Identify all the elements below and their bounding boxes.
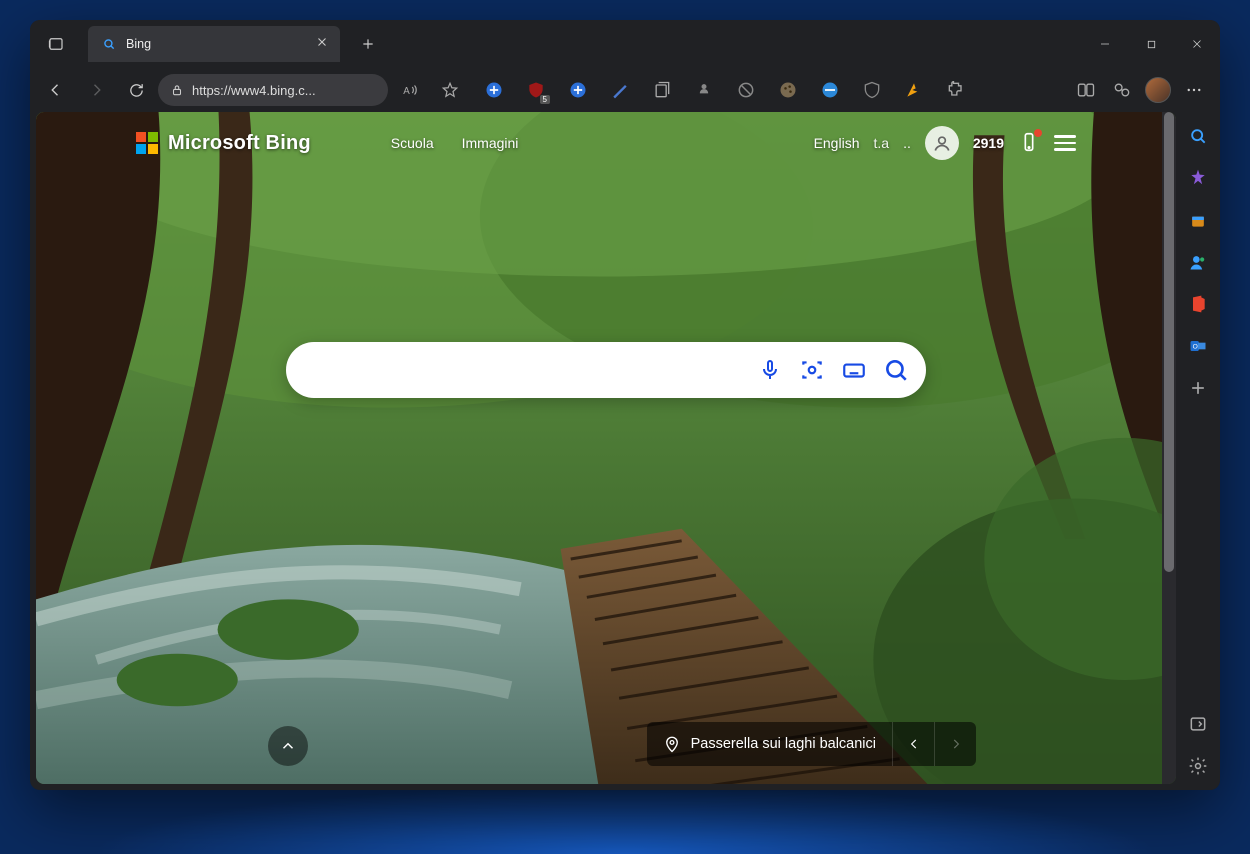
sidebar-settings-icon[interactable] xyxy=(1182,750,1214,782)
next-image-button[interactable] xyxy=(934,722,976,766)
extension-icon[interactable] xyxy=(730,74,762,106)
bing-tab-icon xyxy=(102,37,116,51)
bing-logo[interactable]: Microsoft Bing xyxy=(136,132,311,155)
profile-avatar[interactable] xyxy=(1140,72,1176,108)
tab-overview-button[interactable] xyxy=(38,26,74,62)
forward-button xyxy=(78,72,114,108)
location-icon xyxy=(663,735,681,753)
header-nav: Scuola Immagini xyxy=(391,135,519,151)
sidebar-collapse-icon[interactable] xyxy=(1182,708,1214,740)
extension-icon[interactable] xyxy=(814,74,846,106)
titlebar: Bing xyxy=(30,20,1220,68)
window-controls xyxy=(1082,22,1220,66)
read-aloud-button[interactable]: A xyxy=(392,72,428,108)
tab-title: Bing xyxy=(126,37,306,51)
rewards-points[interactable]: 2919 xyxy=(973,135,1004,151)
expand-button[interactable] xyxy=(268,726,308,766)
address-bar[interactable]: https://www4.bing.c... xyxy=(158,74,388,106)
account-avatar[interactable] xyxy=(925,126,959,160)
minimize-button[interactable] xyxy=(1082,22,1128,66)
ublock-badge: 5 xyxy=(540,95,550,104)
image-search-icon[interactable] xyxy=(798,356,826,384)
bing-homepage: Microsoft Bing Scuola Immagini English t… xyxy=(36,112,1176,784)
voice-search-icon[interactable] xyxy=(756,356,784,384)
content-row: Microsoft Bing Scuola Immagini English t… xyxy=(30,112,1220,790)
sidebar-shopping-icon[interactable] xyxy=(1182,204,1214,236)
search-input[interactable] xyxy=(306,361,756,379)
account-hint[interactable]: t.a xyxy=(873,135,889,151)
language-toggle[interactable]: English xyxy=(814,135,860,151)
svg-text:A: A xyxy=(403,86,410,97)
microsoft-logo-icon xyxy=(136,132,158,154)
ublock-icon[interactable]: 5 xyxy=(520,74,552,106)
lock-icon xyxy=(170,83,184,97)
search-actions xyxy=(756,356,910,384)
image-caption[interactable]: Passerella sui laghi balcanici xyxy=(647,722,892,766)
nav-immagini[interactable]: Immagini xyxy=(462,135,519,151)
extensions-menu-icon[interactable] xyxy=(940,74,972,106)
back-button[interactable] xyxy=(38,72,74,108)
extension-icon[interactable] xyxy=(688,74,720,106)
prev-image-button[interactable] xyxy=(892,722,934,766)
sidebar-add-icon[interactable] xyxy=(1182,372,1214,404)
url-text: https://www4.bing.c... xyxy=(192,83,376,98)
extension-icon[interactable] xyxy=(898,74,930,106)
page-scrollbar[interactable] xyxy=(1162,112,1176,784)
account-prefix: .. xyxy=(903,135,911,151)
extension-icon[interactable] xyxy=(604,74,636,106)
edge-sidebar: O xyxy=(1176,112,1220,790)
hamburger-menu[interactable] xyxy=(1054,135,1076,151)
split-screen-button[interactable] xyxy=(1068,72,1104,108)
nav-scuola[interactable]: Scuola xyxy=(391,135,434,151)
extension-icon[interactable] xyxy=(478,74,510,106)
extensions: 5 xyxy=(478,74,972,106)
bing-header: Microsoft Bing Scuola Immagini English t… xyxy=(136,126,1076,160)
browser-window: Bing https://www4.bing.c... A 5 xyxy=(30,20,1220,790)
sidebar-search-icon[interactable] xyxy=(1182,120,1214,152)
close-window-button[interactable] xyxy=(1174,22,1220,66)
sidebar-office-icon[interactable] xyxy=(1182,288,1214,320)
tab-close-button[interactable] xyxy=(316,35,328,53)
search-submit-icon[interactable] xyxy=(882,356,910,384)
collections-icon[interactable] xyxy=(646,74,678,106)
sidebar-people-icon[interactable] xyxy=(1182,246,1214,278)
keyboard-icon[interactable] xyxy=(840,356,868,384)
extension-icon[interactable] xyxy=(856,74,888,106)
background-image xyxy=(36,112,1176,784)
browser-toolbar: https://www4.bing.c... A 5 xyxy=(30,68,1220,112)
extension-icon[interactable] xyxy=(562,74,594,106)
sidebar-outlook-icon[interactable]: O xyxy=(1182,330,1214,362)
header-right: English t.a .. 2919 xyxy=(814,126,1076,160)
bing-logo-text: Microsoft Bing xyxy=(168,132,311,155)
sidebar-discover-icon[interactable] xyxy=(1182,162,1214,194)
more-menu-button[interactable] xyxy=(1176,72,1212,108)
svg-text:O: O xyxy=(1193,344,1198,351)
caption-text: Passerella sui laghi balcanici xyxy=(691,736,876,752)
search-box xyxy=(286,342,926,398)
extension-icon[interactable] xyxy=(772,74,804,106)
mobile-app-button[interactable] xyxy=(1018,131,1040,156)
performance-button[interactable] xyxy=(1104,72,1140,108)
favorite-button[interactable] xyxy=(432,72,468,108)
tab-bing[interactable]: Bing xyxy=(88,26,340,62)
new-tab-button[interactable] xyxy=(350,26,386,62)
refresh-button[interactable] xyxy=(118,72,154,108)
image-caption-bar: Passerella sui laghi balcanici xyxy=(647,722,976,766)
maximize-button[interactable] xyxy=(1128,22,1174,66)
